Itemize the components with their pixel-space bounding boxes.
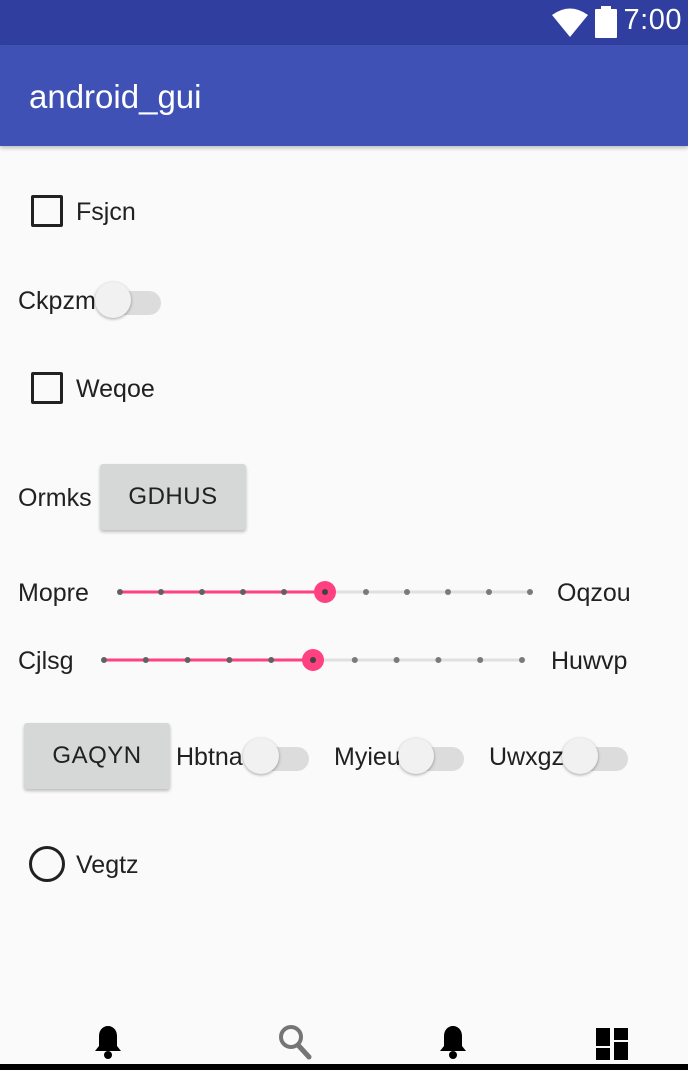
seekbar-tick	[445, 589, 451, 595]
seekbar-tick	[527, 589, 533, 595]
status-bar: 7:00	[0, 0, 688, 45]
seekbar-thumb-tick	[310, 657, 316, 663]
gdhus-button[interactable]: GDHUS	[100, 464, 246, 530]
switch-uwxgz[interactable]	[562, 734, 628, 776]
seekbar-canvas[interactable]	[94, 642, 534, 678]
seekbar-tick	[226, 657, 233, 663]
bell-icon[interactable]	[438, 1024, 468, 1060]
seekbar-cjlsg-right-label: Huwvp	[551, 647, 628, 675]
switch-thumb[interactable]	[243, 738, 279, 774]
seekbar-tick	[268, 657, 275, 663]
seekbar-tick	[281, 589, 287, 595]
checkbox-weqoe-label: Weqoe	[76, 375, 155, 403]
seekbar-thumb-tick	[322, 589, 328, 595]
seekbar-canvas[interactable]	[110, 574, 540, 610]
seekbar-tick	[393, 657, 400, 663]
bottom-navigation	[0, 1014, 688, 1070]
app-title: android_gui	[29, 78, 202, 115]
checkbox-fsjcn[interactable]	[31, 195, 63, 227]
seekbar-tick	[404, 589, 410, 595]
seekbar-tick	[240, 589, 246, 595]
dashboard-icon[interactable]	[596, 1028, 628, 1060]
radio-vegtz-label: Vegtz	[76, 851, 139, 879]
battery-icon	[595, 6, 617, 38]
seekbar-tick	[363, 589, 369, 595]
seekbar-tick	[351, 657, 358, 663]
seekbar-cjlsg[interactable]	[94, 642, 534, 678]
search-icon[interactable]	[278, 1024, 312, 1060]
radio-vegtz[interactable]	[29, 846, 65, 882]
switch-hbtna-label: Hbtna	[176, 743, 243, 771]
switch-myieu-label: Myieu	[334, 743, 401, 771]
app-bar: android_gui	[0, 45, 688, 146]
seekbar-mopre[interactable]	[110, 574, 540, 610]
status-time: 7:00	[623, 4, 682, 36]
switch-thumb[interactable]	[95, 282, 131, 318]
bell-icon[interactable]	[93, 1024, 123, 1060]
seekbar-tick	[519, 657, 525, 663]
checkbox-fsjcn-label: Fsjcn	[76, 198, 136, 226]
switch-ckpzm[interactable]	[95, 278, 161, 320]
switch-myieu[interactable]	[398, 734, 464, 776]
seekbar-tick	[142, 657, 149, 663]
seekbar-tick	[477, 657, 484, 663]
gaqyn-button[interactable]: GAQYN	[24, 723, 170, 789]
seekbar-mopre-right-label: Oqzou	[557, 579, 631, 607]
seekbar-tick	[199, 589, 205, 595]
seekbar-tick	[486, 589, 492, 595]
ormks-label: Ormks	[18, 484, 92, 512]
wifi-icon	[552, 8, 588, 37]
switch-thumb[interactable]	[398, 738, 434, 774]
seekbar-tick	[184, 657, 191, 663]
switch-ckpzm-label: Ckpzm	[18, 287, 96, 315]
switch-thumb[interactable]	[562, 738, 598, 774]
seekbar-tick	[117, 589, 123, 595]
seekbar-tick	[101, 657, 107, 663]
seekbar-mopre-left-label: Mopre	[18, 579, 89, 607]
switch-uwxgz-label: Uwxgz	[489, 743, 565, 771]
checkbox-weqoe[interactable]	[31, 372, 63, 404]
seekbar-tick	[158, 589, 164, 595]
seekbar-tick	[435, 657, 442, 663]
switch-hbtna[interactable]	[243, 734, 309, 776]
seekbar-cjlsg-left-label: Cjlsg	[18, 647, 74, 675]
bottom-baseline	[0, 1064, 688, 1070]
